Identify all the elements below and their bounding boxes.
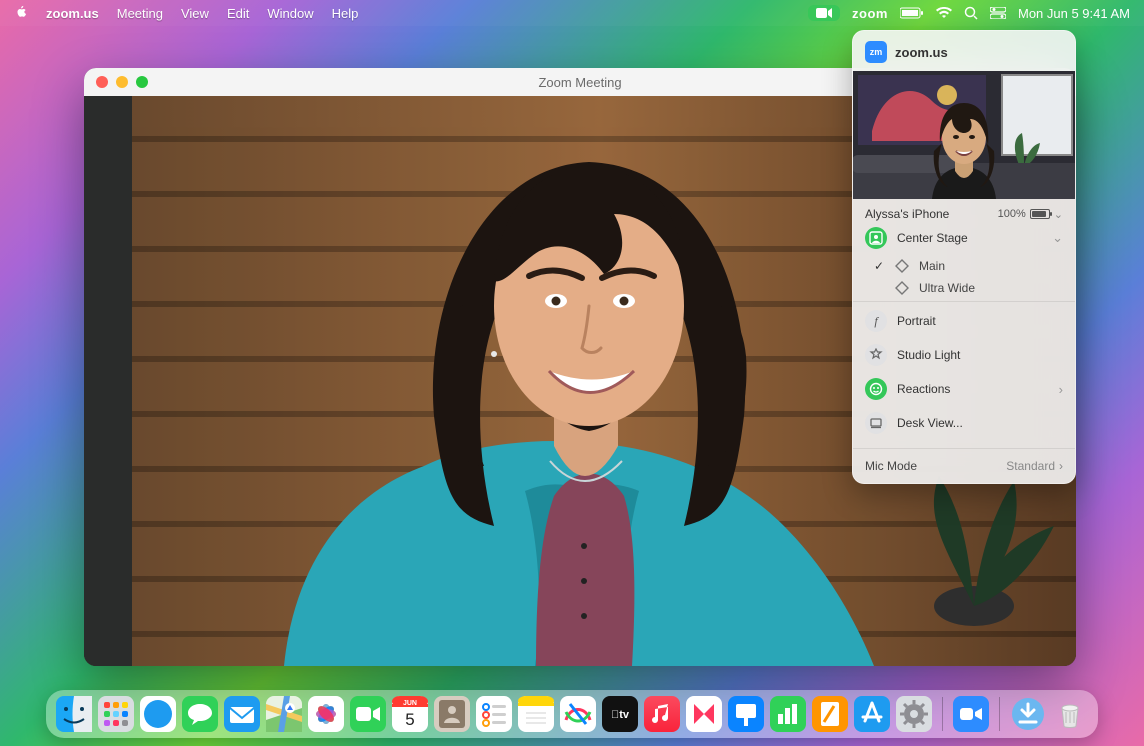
- reactions-label: Reactions: [897, 382, 1049, 396]
- portrait-label: Portrait: [897, 314, 1063, 328]
- dock-downloads[interactable]: [1010, 696, 1046, 732]
- menu-window[interactable]: Window: [267, 6, 313, 21]
- check-icon: ✓: [873, 259, 885, 273]
- center-stage-icon: [865, 227, 887, 249]
- dock-reminders[interactable]: [476, 696, 512, 732]
- dock-music[interactable]: [644, 696, 680, 732]
- spotlight-icon[interactable]: [964, 6, 978, 20]
- menubar: zoom.us Meeting View Edit Window Help zo…: [0, 0, 1144, 26]
- zoom-app-icon: zm: [865, 41, 887, 63]
- panel-app-label: zoom.us: [895, 45, 948, 60]
- dock-tv[interactable]: tv: [602, 696, 638, 732]
- studio-light-label: Studio Light: [897, 348, 1063, 362]
- reactions-row[interactable]: Reactions ›: [865, 372, 1063, 406]
- studio-light-icon: [865, 344, 887, 366]
- window-title: Zoom Meeting: [538, 75, 621, 90]
- dock-calendar[interactable]: JUN 5: [392, 696, 428, 732]
- dock-keynote[interactable]: [728, 696, 764, 732]
- battery-pct: 100%: [998, 208, 1026, 220]
- camera-option-uw-label: Ultra Wide: [919, 281, 975, 295]
- mic-mode-label: Mic Mode: [865, 459, 917, 473]
- dock-news[interactable]: [686, 696, 722, 732]
- traffic-lights: [96, 76, 148, 88]
- battery-status-icon[interactable]: [900, 7, 924, 19]
- studio-light-row[interactable]: Studio Light: [865, 338, 1063, 372]
- menu-edit[interactable]: Edit: [227, 6, 249, 21]
- desk-view-label: Desk View...: [897, 416, 1063, 430]
- camera-status-pill[interactable]: [808, 5, 840, 21]
- dock-notes[interactable]: [518, 696, 554, 732]
- apple-menu[interactable]: [14, 5, 28, 22]
- control-center-icon[interactable]: [990, 7, 1006, 19]
- portrait-row[interactable]: f Portrait: [865, 304, 1063, 338]
- dock-photos[interactable]: [308, 696, 344, 732]
- camera-option-ultrawide[interactable]: Ultra Wide: [873, 277, 1063, 299]
- svg-text:tv: tv: [611, 709, 630, 721]
- dock-separator: [999, 697, 1000, 731]
- menu-help[interactable]: Help: [332, 6, 359, 21]
- video-effects-panel: zm zoom.us: [852, 30, 1076, 484]
- dock-safari[interactable]: [140, 696, 176, 732]
- dock-messages[interactable]: [182, 696, 218, 732]
- diamond-icon: [895, 281, 909, 295]
- dock-separator: [942, 697, 943, 731]
- desk-view-row[interactable]: Desk View...: [865, 406, 1063, 440]
- camera-preview: [853, 71, 1075, 199]
- battery-icon: [1030, 209, 1050, 219]
- app-menu-name[interactable]: zoom.us: [46, 6, 99, 21]
- dock-launchpad[interactable]: [98, 696, 134, 732]
- dock-maps[interactable]: [266, 696, 302, 732]
- dock-trash[interactable]: [1052, 696, 1088, 732]
- dock: JUN 5 tv: [46, 690, 1098, 738]
- dock-facetime[interactable]: [350, 696, 386, 732]
- chevron-right-icon: ›: [1059, 459, 1063, 473]
- minimize-button[interactable]: [116, 76, 128, 88]
- diamond-icon: [895, 259, 909, 273]
- camera-option-main-label: Main: [919, 259, 945, 273]
- chevron-down-icon[interactable]: ⌄: [1052, 230, 1063, 246]
- svg-text:JUN: JUN: [403, 700, 417, 707]
- center-stage-row[interactable]: Center Stage ⌄: [865, 221, 1063, 255]
- dock-appstore[interactable]: [854, 696, 890, 732]
- dock-zoom[interactable]: [953, 696, 989, 732]
- dock-freeform[interactable]: [560, 696, 596, 732]
- menu-view[interactable]: View: [181, 6, 209, 21]
- dock-finder[interactable]: [56, 696, 92, 732]
- menu-meeting[interactable]: Meeting: [117, 6, 163, 21]
- status-zoom-label[interactable]: zoom: [852, 6, 888, 21]
- portrait-icon: f: [865, 310, 887, 332]
- dock-pages[interactable]: [812, 696, 848, 732]
- device-name: Alyssa's iPhone: [865, 207, 949, 221]
- dock-contacts[interactable]: [434, 696, 470, 732]
- mic-mode-row[interactable]: Mic Mode Standard ›: [853, 448, 1075, 483]
- zoom-button[interactable]: [136, 76, 148, 88]
- camera-option-main[interactable]: ✓ Main: [873, 255, 1063, 277]
- chevron-right-icon: ›: [1059, 382, 1063, 397]
- mic-mode-value: Standard: [1006, 459, 1055, 473]
- desk-view-icon: [865, 412, 887, 434]
- close-button[interactable]: [96, 76, 108, 88]
- dock-mail[interactable]: [224, 696, 260, 732]
- center-stage-label: Center Stage: [897, 231, 1042, 245]
- menubar-clock[interactable]: Mon Jun 5 9:41 AM: [1018, 6, 1130, 21]
- svg-text:5: 5: [405, 710, 414, 729]
- dock-numbers[interactable]: [770, 696, 806, 732]
- chevron-down-icon[interactable]: ⌄: [1054, 208, 1063, 221]
- reactions-icon: [865, 378, 887, 400]
- wifi-status-icon[interactable]: [936, 7, 952, 19]
- dock-settings[interactable]: [896, 696, 932, 732]
